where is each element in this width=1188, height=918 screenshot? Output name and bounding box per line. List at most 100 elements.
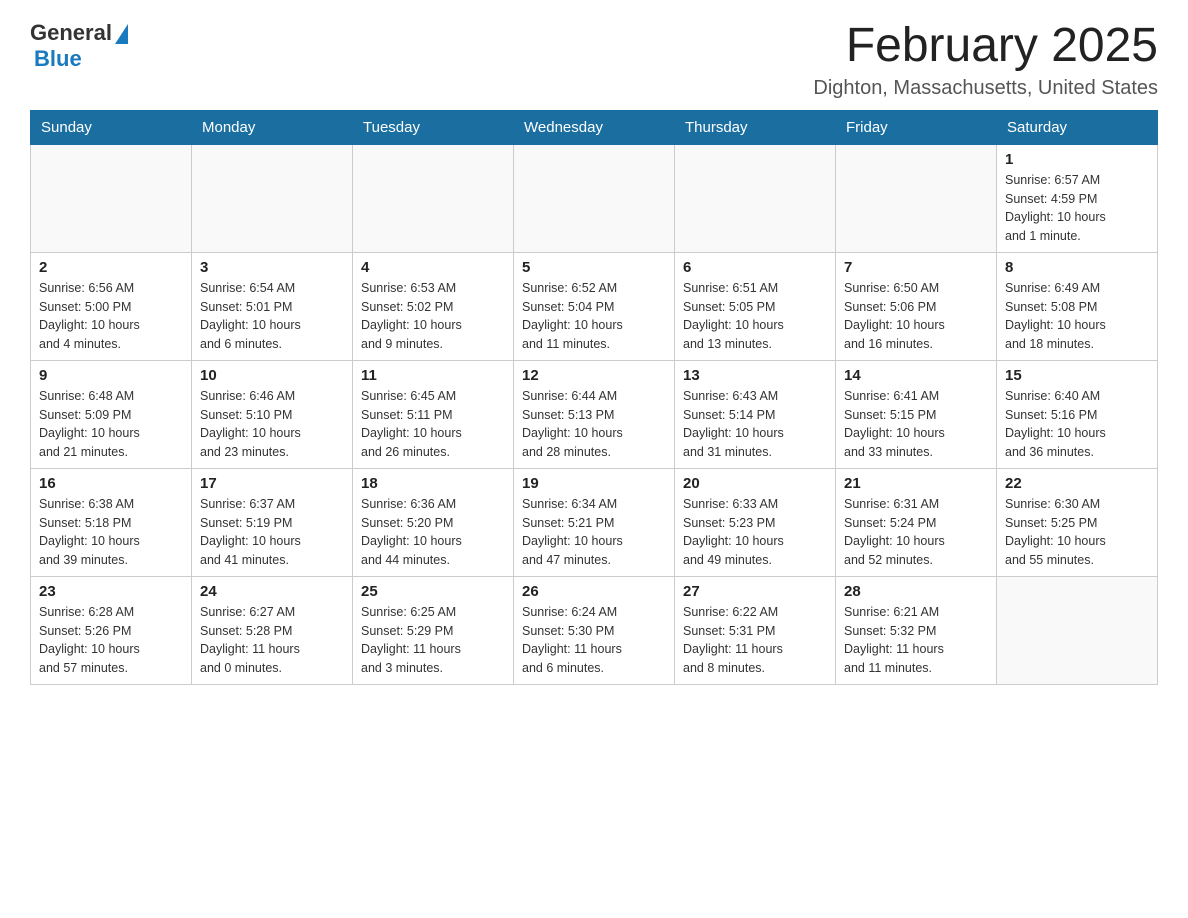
day-number: 6 — [683, 259, 827, 276]
day-number: 21 — [844, 475, 988, 492]
day-info: Sunrise: 6:40 AM Sunset: 5:16 PM Dayligh… — [1005, 387, 1149, 462]
day-number: 15 — [1005, 367, 1149, 384]
day-info: Sunrise: 6:56 AM Sunset: 5:00 PM Dayligh… — [39, 279, 183, 354]
day-info: Sunrise: 6:36 AM Sunset: 5:20 PM Dayligh… — [361, 495, 505, 570]
day-number: 1 — [1005, 151, 1149, 168]
weekday-header-wednesday: Wednesday — [514, 110, 675, 144]
calendar-cell: 7 Sunrise: 6:50 AM Sunset: 5:06 PM Daylig… — [836, 252, 997, 360]
calendar-cell — [675, 144, 836, 252]
calendar-cell: 14 Sunrise: 6:41 AM Sunset: 5:15 PM Dayli… — [836, 360, 997, 468]
day-number: 4 — [361, 259, 505, 276]
calendar-cell: 10 Sunrise: 6:46 AM Sunset: 5:10 PM Dayli… — [192, 360, 353, 468]
day-number: 26 — [522, 583, 666, 600]
day-info: Sunrise: 6:46 AM Sunset: 5:10 PM Dayligh… — [200, 387, 344, 462]
calendar-cell — [192, 144, 353, 252]
day-info: Sunrise: 6:27 AM Sunset: 5:28 PM Dayligh… — [200, 603, 344, 678]
weekday-header-row: SundayMondayTuesdayWednesdayThursdayFrid… — [31, 110, 1158, 144]
day-number: 9 — [39, 367, 183, 384]
day-number: 16 — [39, 475, 183, 492]
day-info: Sunrise: 6:30 AM Sunset: 5:25 PM Dayligh… — [1005, 495, 1149, 570]
calendar-cell: 23 Sunrise: 6:28 AM Sunset: 5:26 PM Dayli… — [31, 576, 192, 684]
calendar-cell: 4Sunrise: 6:53 AM Sunset: 5:02 PM Daylig… — [353, 252, 514, 360]
day-number: 11 — [361, 367, 505, 384]
calendar-cell: 15 Sunrise: 6:40 AM Sunset: 5:16 PM Dayli… — [997, 360, 1158, 468]
day-number: 27 — [683, 583, 827, 600]
title-block: February 2025 Dighton, Massachusetts, Un… — [813, 20, 1158, 100]
calendar-week-row: 2 Sunrise: 6:56 AM Sunset: 5:00 PM Daylig… — [31, 252, 1158, 360]
day-number: 19 — [522, 475, 666, 492]
weekday-header-sunday: Sunday — [31, 110, 192, 144]
calendar-cell: 19 Sunrise: 6:34 AM Sunset: 5:21 PM Dayli… — [514, 468, 675, 576]
day-info: Sunrise: 6:41 AM Sunset: 5:15 PM Dayligh… — [844, 387, 988, 462]
day-info: Sunrise: 6:38 AM Sunset: 5:18 PM Dayligh… — [39, 495, 183, 570]
calendar-cell: 6 Sunrise: 6:51 AM Sunset: 5:05 PM Daylig… — [675, 252, 836, 360]
day-info: Sunrise: 6:34 AM Sunset: 5:21 PM Dayligh… — [522, 495, 666, 570]
day-info: Sunrise: 6:52 AM Sunset: 5:04 PM Dayligh… — [522, 279, 666, 354]
calendar-cell: 22 Sunrise: 6:30 AM Sunset: 5:25 PM Dayli… — [997, 468, 1158, 576]
day-info: Sunrise: 6:22 AM Sunset: 5:31 PM Dayligh… — [683, 603, 827, 678]
day-info: Sunrise: 6:48 AM Sunset: 5:09 PM Dayligh… — [39, 387, 183, 462]
day-info: Sunrise: 6:33 AM Sunset: 5:23 PM Dayligh… — [683, 495, 827, 570]
calendar-cell: 17 Sunrise: 6:37 AM Sunset: 5:19 PM Dayli… — [192, 468, 353, 576]
calendar-week-row: 9 Sunrise: 6:48 AM Sunset: 5:09 PM Daylig… — [31, 360, 1158, 468]
day-number: 23 — [39, 583, 183, 600]
calendar-cell: 25 Sunrise: 6:25 AM Sunset: 5:29 PM Dayli… — [353, 576, 514, 684]
weekday-header-thursday: Thursday — [675, 110, 836, 144]
page-header: General Blue February 2025 Dighton, Mass… — [30, 20, 1158, 100]
day-number: 22 — [1005, 475, 1149, 492]
calendar-cell: 2 Sunrise: 6:56 AM Sunset: 5:00 PM Daylig… — [31, 252, 192, 360]
logo: General Blue — [30, 20, 128, 72]
day-number: 18 — [361, 475, 505, 492]
day-info: Sunrise: 6:28 AM Sunset: 5:26 PM Dayligh… — [39, 603, 183, 678]
weekday-header-saturday: Saturday — [997, 110, 1158, 144]
calendar-week-row: 16 Sunrise: 6:38 AM Sunset: 5:18 PM Dayli… — [31, 468, 1158, 576]
calendar-cell: 28 Sunrise: 6:21 AM Sunset: 5:32 PM Dayli… — [836, 576, 997, 684]
day-info: Sunrise: 6:57 AM Sunset: 4:59 PM Dayligh… — [1005, 171, 1149, 246]
calendar-table: SundayMondayTuesdayWednesdayThursdayFrid… — [30, 110, 1158, 685]
weekday-header-tuesday: Tuesday — [353, 110, 514, 144]
day-number: 7 — [844, 259, 988, 276]
calendar-cell — [514, 144, 675, 252]
calendar-cell: 5 Sunrise: 6:52 AM Sunset: 5:04 PM Daylig… — [514, 252, 675, 360]
calendar-week-row: 23 Sunrise: 6:28 AM Sunset: 5:26 PM Dayli… — [31, 576, 1158, 684]
calendar-cell — [836, 144, 997, 252]
weekday-header-monday: Monday — [192, 110, 353, 144]
day-info: Sunrise: 6:37 AM Sunset: 5:19 PM Dayligh… — [200, 495, 344, 570]
calendar-cell: 1 Sunrise: 6:57 AM Sunset: 4:59 PM Daylig… — [997, 144, 1158, 252]
calendar-cell — [31, 144, 192, 252]
calendar-week-row: 1 Sunrise: 6:57 AM Sunset: 4:59 PM Daylig… — [31, 144, 1158, 252]
calendar-cell — [997, 576, 1158, 684]
calendar-cell: 12Sunrise: 6:44 AM Sunset: 5:13 PM Dayli… — [514, 360, 675, 468]
calendar-cell: 13Sunrise: 6:43 AM Sunset: 5:14 PM Dayli… — [675, 360, 836, 468]
day-number: 10 — [200, 367, 344, 384]
day-number: 24 — [200, 583, 344, 600]
day-info: Sunrise: 6:44 AM Sunset: 5:13 PM Dayligh… — [522, 387, 666, 462]
calendar-cell: 3Sunrise: 6:54 AM Sunset: 5:01 PM Daylig… — [192, 252, 353, 360]
calendar-cell: 16 Sunrise: 6:38 AM Sunset: 5:18 PM Dayli… — [31, 468, 192, 576]
day-number: 28 — [844, 583, 988, 600]
day-info: Sunrise: 6:54 AM Sunset: 5:01 PM Dayligh… — [200, 279, 344, 354]
day-info: Sunrise: 6:51 AM Sunset: 5:05 PM Dayligh… — [683, 279, 827, 354]
location: Dighton, Massachusetts, United States — [813, 77, 1158, 100]
day-number: 20 — [683, 475, 827, 492]
day-info: Sunrise: 6:25 AM Sunset: 5:29 PM Dayligh… — [361, 603, 505, 678]
day-info: Sunrise: 6:45 AM Sunset: 5:11 PM Dayligh… — [361, 387, 505, 462]
calendar-cell: 8Sunrise: 6:49 AM Sunset: 5:08 PM Daylig… — [997, 252, 1158, 360]
calendar-cell: 18 Sunrise: 6:36 AM Sunset: 5:20 PM Dayli… — [353, 468, 514, 576]
calendar-cell: 26Sunrise: 6:24 AM Sunset: 5:30 PM Dayli… — [514, 576, 675, 684]
day-info: Sunrise: 6:43 AM Sunset: 5:14 PM Dayligh… — [683, 387, 827, 462]
calendar-cell: 24 Sunrise: 6:27 AM Sunset: 5:28 PM Dayli… — [192, 576, 353, 684]
calendar-cell: 21Sunrise: 6:31 AM Sunset: 5:24 PM Dayli… — [836, 468, 997, 576]
calendar-cell: 27 Sunrise: 6:22 AM Sunset: 5:31 PM Dayli… — [675, 576, 836, 684]
calendar-cell: 11 Sunrise: 6:45 AM Sunset: 5:11 PM Dayli… — [353, 360, 514, 468]
day-number: 17 — [200, 475, 344, 492]
day-info: Sunrise: 6:50 AM Sunset: 5:06 PM Dayligh… — [844, 279, 988, 354]
day-info: Sunrise: 6:21 AM Sunset: 5:32 PM Dayligh… — [844, 603, 988, 678]
month-title: February 2025 — [813, 20, 1158, 73]
day-number: 25 — [361, 583, 505, 600]
day-number: 5 — [522, 259, 666, 276]
logo-general: General — [30, 20, 112, 46]
day-number: 14 — [844, 367, 988, 384]
day-number: 2 — [39, 259, 183, 276]
day-number: 8 — [1005, 259, 1149, 276]
